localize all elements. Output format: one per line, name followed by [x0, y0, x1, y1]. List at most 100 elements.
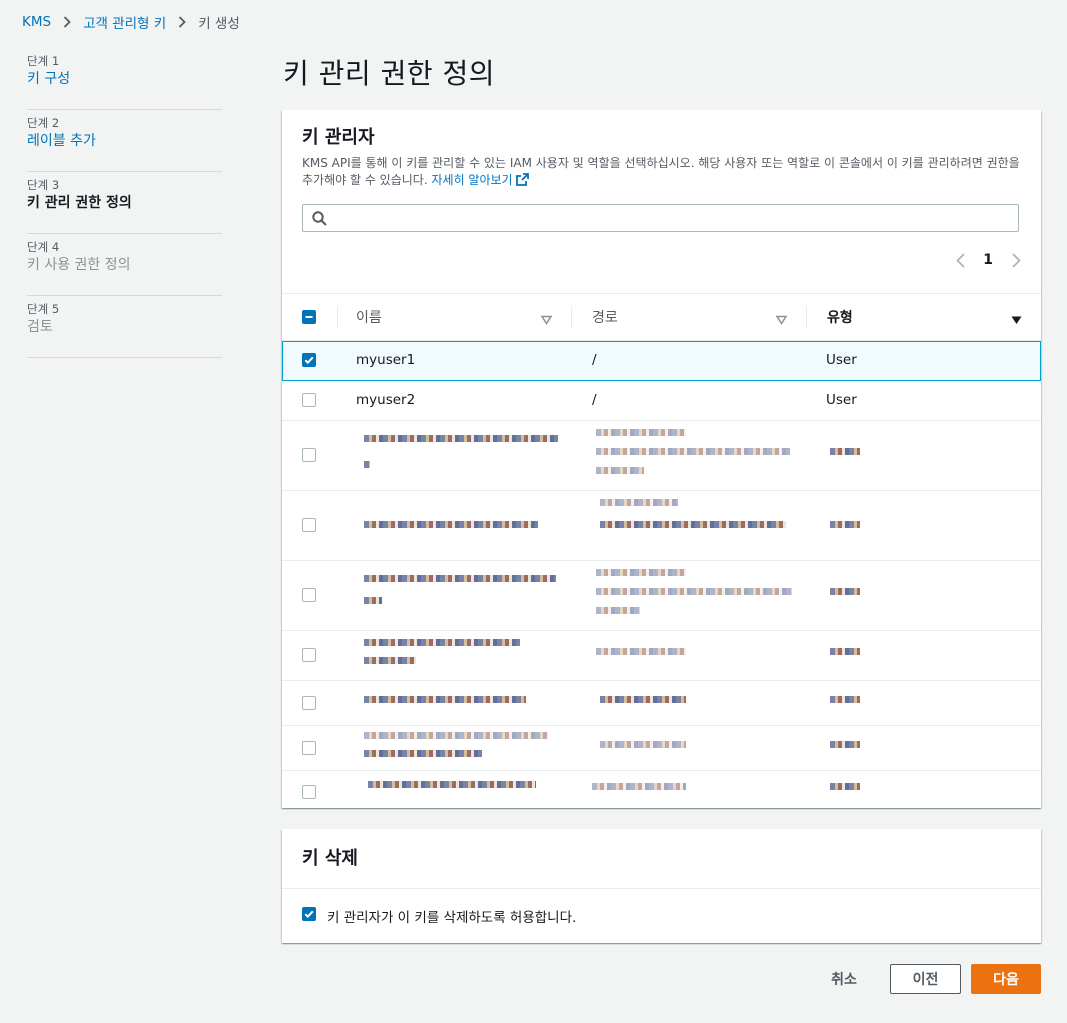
- row-checkbox[interactable]: [302, 518, 316, 532]
- redacted-path: [596, 588, 792, 595]
- row-checkbox[interactable]: [302, 353, 316, 367]
- breadcrumb-create-key: 키 생성: [198, 16, 240, 32]
- redacted-name: [364, 639, 520, 646]
- table-row-redacted[interactable]: [282, 421, 1041, 491]
- step-link-add-labels[interactable]: 레이블 추가: [27, 131, 222, 151]
- table-row-redacted[interactable]: [282, 771, 1041, 813]
- table-row-redacted[interactable]: [282, 681, 1041, 726]
- column-header-path[interactable]: 경로: [592, 294, 618, 340]
- wizard-step-1: 단계 1 키 구성: [27, 48, 222, 110]
- sort-icon[interactable]: [540, 310, 553, 329]
- table-row-redacted[interactable]: [282, 491, 1041, 561]
- search-input[interactable]: [335, 208, 1009, 230]
- column-header-type[interactable]: 유형: [827, 294, 853, 340]
- step-number: 단계 4: [27, 240, 60, 254]
- wizard-steps: 단계 1 키 구성 단계 2 레이블 추가 단계 3 키 관리 권한 정의 단계…: [27, 48, 222, 358]
- redacted-type: [830, 588, 860, 595]
- redacted-name: [364, 521, 538, 528]
- redacted-type: [830, 648, 860, 655]
- column-header-name[interactable]: 이름: [356, 294, 382, 340]
- table-row-redacted[interactable]: [282, 726, 1041, 771]
- redacted-name: [364, 435, 558, 442]
- row-type: User: [826, 352, 857, 368]
- sort-icon[interactable]: [775, 310, 788, 329]
- redacted-path: [600, 499, 678, 506]
- learn-more-link[interactable]: 자세히 알아보기: [432, 173, 513, 187]
- redacted-name: [364, 575, 556, 582]
- redacted-path: [596, 607, 640, 614]
- redacted-path: [596, 569, 686, 576]
- redacted-path: [596, 429, 686, 436]
- previous-page-icon[interactable]: [953, 250, 967, 270]
- redacted-name: [364, 696, 526, 703]
- redacted-name: [364, 657, 416, 664]
- administrators-table: 이름 경로 유형 myuser1 / User myuser2 / User: [282, 293, 1041, 813]
- step-number: 단계 5: [27, 302, 60, 316]
- redacted-type: [830, 696, 860, 703]
- breadcrumb-customer-managed-keys[interactable]: 고객 관리형 키: [83, 12, 166, 32]
- step-current-admin-permissions: 키 관리 권한 정의: [27, 195, 132, 211]
- pagination: 1: [953, 250, 1023, 270]
- redacted-path: [600, 741, 686, 748]
- panel-title: 키 관리자: [302, 127, 375, 148]
- select-all-checkbox[interactable]: [302, 310, 316, 324]
- row-checkbox[interactable]: [302, 696, 316, 710]
- allow-deletion-checkbox[interactable]: [302, 907, 316, 921]
- key-deletion-panel: 키 삭제 키 관리자가 이 키를 삭제하도록 허용합니다.: [282, 829, 1041, 943]
- step-usage-permissions: 키 사용 권한 정의: [27, 257, 131, 273]
- step-review: 검토: [27, 319, 53, 335]
- step-number: 단계 3: [27, 178, 60, 192]
- column-divider: [571, 306, 572, 328]
- chevron-right-icon: [57, 16, 77, 28]
- column-divider: [806, 306, 807, 328]
- external-link-icon: [515, 173, 529, 191]
- search-icon: [312, 211, 327, 230]
- table-row[interactable]: myuser1 / User: [282, 341, 1041, 381]
- table-row-redacted[interactable]: [282, 561, 1041, 631]
- next-page-icon[interactable]: [1009, 250, 1023, 270]
- key-administrators-panel: 키 관리자 KMS API를 통해 이 키를 관리할 수 있는 IAM 사용자 …: [282, 110, 1041, 808]
- redacted-path: [600, 521, 786, 528]
- table-row-redacted[interactable]: [282, 631, 1041, 681]
- column-divider: [337, 306, 338, 328]
- wizard-step-4: 단계 4 키 사용 권한 정의: [27, 234, 222, 296]
- step-link-configure-key[interactable]: 키 구성: [27, 69, 222, 89]
- redacted-type: [830, 783, 860, 790]
- allow-deletion-label[interactable]: 키 관리자가 이 키를 삭제하도록 허용합니다.: [327, 906, 576, 926]
- panel-title: 키 삭제: [302, 847, 358, 869]
- row-checkbox[interactable]: [302, 785, 316, 799]
- description-text: KMS API를 통해 이 키를 관리할 수 있는 IAM 사용자 및 역할을 …: [302, 156, 1020, 187]
- page-title: 키 관리 권한 정의: [283, 57, 496, 90]
- sort-descending-icon[interactable]: [1011, 310, 1022, 329]
- redacted-path: [600, 696, 686, 703]
- wizard-step-2: 단계 2 레이블 추가: [27, 110, 222, 172]
- row-name: myuser1: [356, 352, 416, 368]
- row-checkbox[interactable]: [302, 448, 316, 462]
- search-field[interactable]: [302, 204, 1019, 232]
- redacted-type: [830, 741, 860, 748]
- redacted-name: [364, 461, 370, 468]
- redacted-type: [830, 521, 860, 528]
- row-type: User: [826, 392, 857, 408]
- redacted-name: [364, 732, 548, 739]
- panel-description: KMS API를 통해 이 키를 관리할 수 있는 IAM 사용자 및 역할을 …: [302, 155, 1022, 191]
- current-page-number[interactable]: 1: [983, 252, 993, 268]
- row-path: /: [592, 392, 597, 408]
- table-row[interactable]: myuser2 / User: [282, 381, 1041, 421]
- redacted-type: [830, 448, 860, 455]
- previous-button[interactable]: 이전: [890, 964, 961, 994]
- row-checkbox[interactable]: [302, 393, 316, 407]
- row-name: myuser2: [356, 392, 416, 408]
- wizard-step-5: 단계 5 검토: [27, 296, 222, 358]
- redacted-name: [364, 597, 382, 604]
- redacted-name: [364, 750, 482, 757]
- redacted-path: [592, 783, 686, 790]
- breadcrumb: KMS 고객 관리형 키 키 생성: [22, 12, 240, 32]
- row-checkbox[interactable]: [302, 588, 316, 602]
- cancel-button[interactable]: 취소: [818, 964, 870, 994]
- redacted-path: [596, 448, 790, 455]
- breadcrumb-kms[interactable]: KMS: [22, 14, 51, 30]
- row-checkbox[interactable]: [302, 741, 316, 755]
- row-checkbox[interactable]: [302, 648, 316, 662]
- next-button[interactable]: 다음: [971, 964, 1041, 994]
